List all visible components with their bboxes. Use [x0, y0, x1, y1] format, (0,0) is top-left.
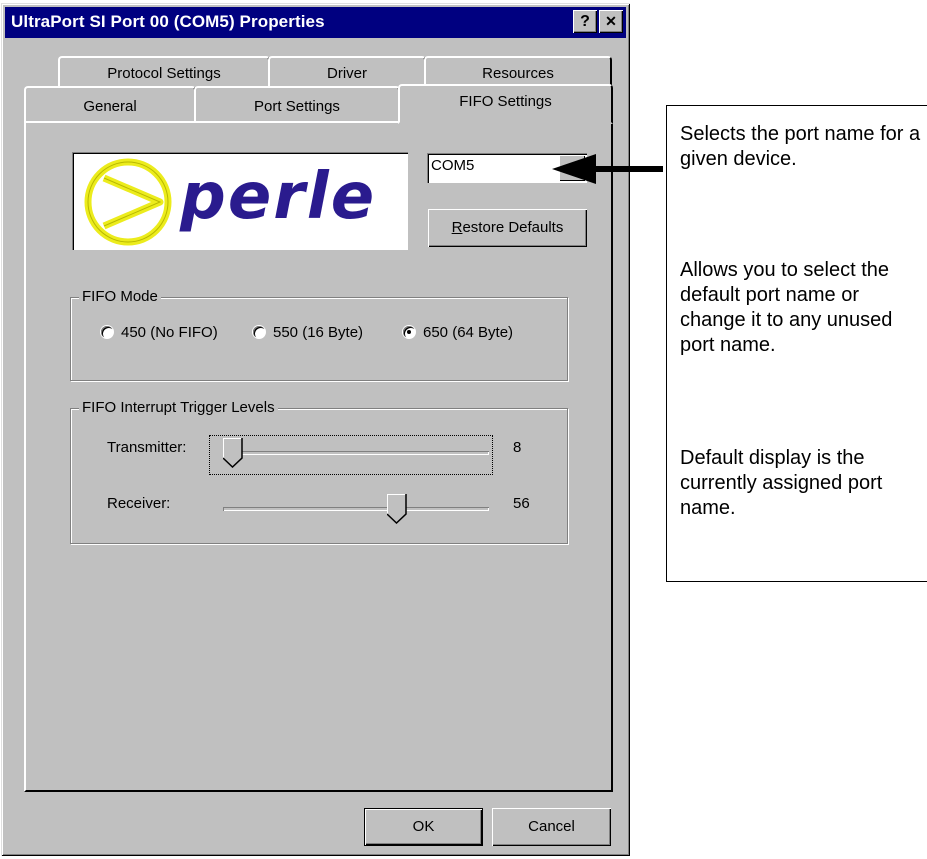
tab-label: FIFO Settings: [459, 93, 552, 110]
transmitter-track: [223, 451, 489, 455]
ok-label: OK: [412, 818, 435, 835]
callout-arrow-icon: [552, 154, 663, 184]
close-button[interactable]: ✕: [599, 10, 623, 33]
tab-port-settings[interactable]: Port Settings: [194, 86, 400, 122]
receiver-slider-thumb[interactable]: [387, 494, 407, 524]
callout-paragraph-3: Default display is the currently assigne…: [680, 447, 883, 519]
radio-label: 550 (16 Byte): [273, 324, 364, 341]
transmitter-focus: [209, 435, 493, 475]
cancel-button[interactable]: Cancel: [492, 808, 611, 846]
radio-label: 450 (No FIFO): [121, 324, 218, 341]
trigger-levels-group: FIFO Interrupt Trigger Levels Transmitte…: [70, 399, 568, 544]
fifo-mode-label: FIFO Mode: [79, 288, 161, 305]
radio-selected-icon: [403, 326, 415, 338]
cancel-label: Cancel: [528, 818, 575, 835]
restore-rest: estore Defaults: [462, 219, 564, 236]
ok-button[interactable]: OK: [364, 808, 483, 846]
callout-paragraph-2: Allows you to select the default port na…: [680, 259, 893, 356]
receiver-value: 56: [513, 495, 530, 512]
radio-circle-icon: [253, 326, 265, 338]
perle-swirl-icon: [84, 158, 172, 246]
tab-label: Port Settings: [254, 98, 340, 115]
tab-fifo-settings[interactable]: FIFO Settings: [398, 84, 613, 124]
receiver-label: Receiver:: [107, 495, 171, 512]
callout-box: Selects the port name for a given device…: [666, 105, 927, 582]
callout-paragraph-1: Selects the port name for a given device…: [680, 123, 921, 170]
tab-label: Protocol Settings: [107, 65, 221, 82]
perle-logo: perle: [72, 152, 408, 250]
window-title: UltraPort SI Port 00 (COM5) Properties: [11, 12, 325, 31]
radio-label: 650 (64 Byte): [423, 324, 514, 341]
radio-circle-icon: [101, 326, 113, 338]
receiver-track: [223, 507, 489, 511]
tab-label: General: [83, 98, 137, 115]
fifo-mode-group: FIFO Mode 450 (No FIFO) 550 (16 Byte) 65…: [70, 288, 568, 381]
title-bar[interactable]: UltraPort SI Port 00 (COM5) Properties ?…: [5, 7, 626, 38]
tab-label: Driver: [327, 65, 367, 82]
tab-label: Resources: [482, 65, 554, 82]
port-name-value: COM5: [431, 157, 475, 174]
tab-general[interactable]: General: [24, 86, 196, 122]
trigger-levels-label: FIFO Interrupt Trigger Levels: [79, 399, 278, 416]
transmitter-label: Transmitter:: [107, 439, 187, 456]
transmitter-value: 8: [513, 439, 522, 456]
restore-mnemonic: R: [451, 219, 463, 236]
radio-650[interactable]: 650 (64 Byte): [403, 324, 513, 341]
transmitter-slider-thumb[interactable]: [223, 438, 243, 468]
logo-wordmark: perle: [180, 160, 377, 234]
radio-550[interactable]: 550 (16 Byte): [253, 324, 363, 341]
tab-protocol-settings[interactable]: Protocol Settings: [58, 56, 270, 88]
radio-450[interactable]: 450 (No FIFO): [101, 324, 218, 341]
help-button[interactable]: ?: [573, 10, 597, 33]
restore-defaults-button[interactable]: Restore Defaults: [428, 209, 587, 247]
